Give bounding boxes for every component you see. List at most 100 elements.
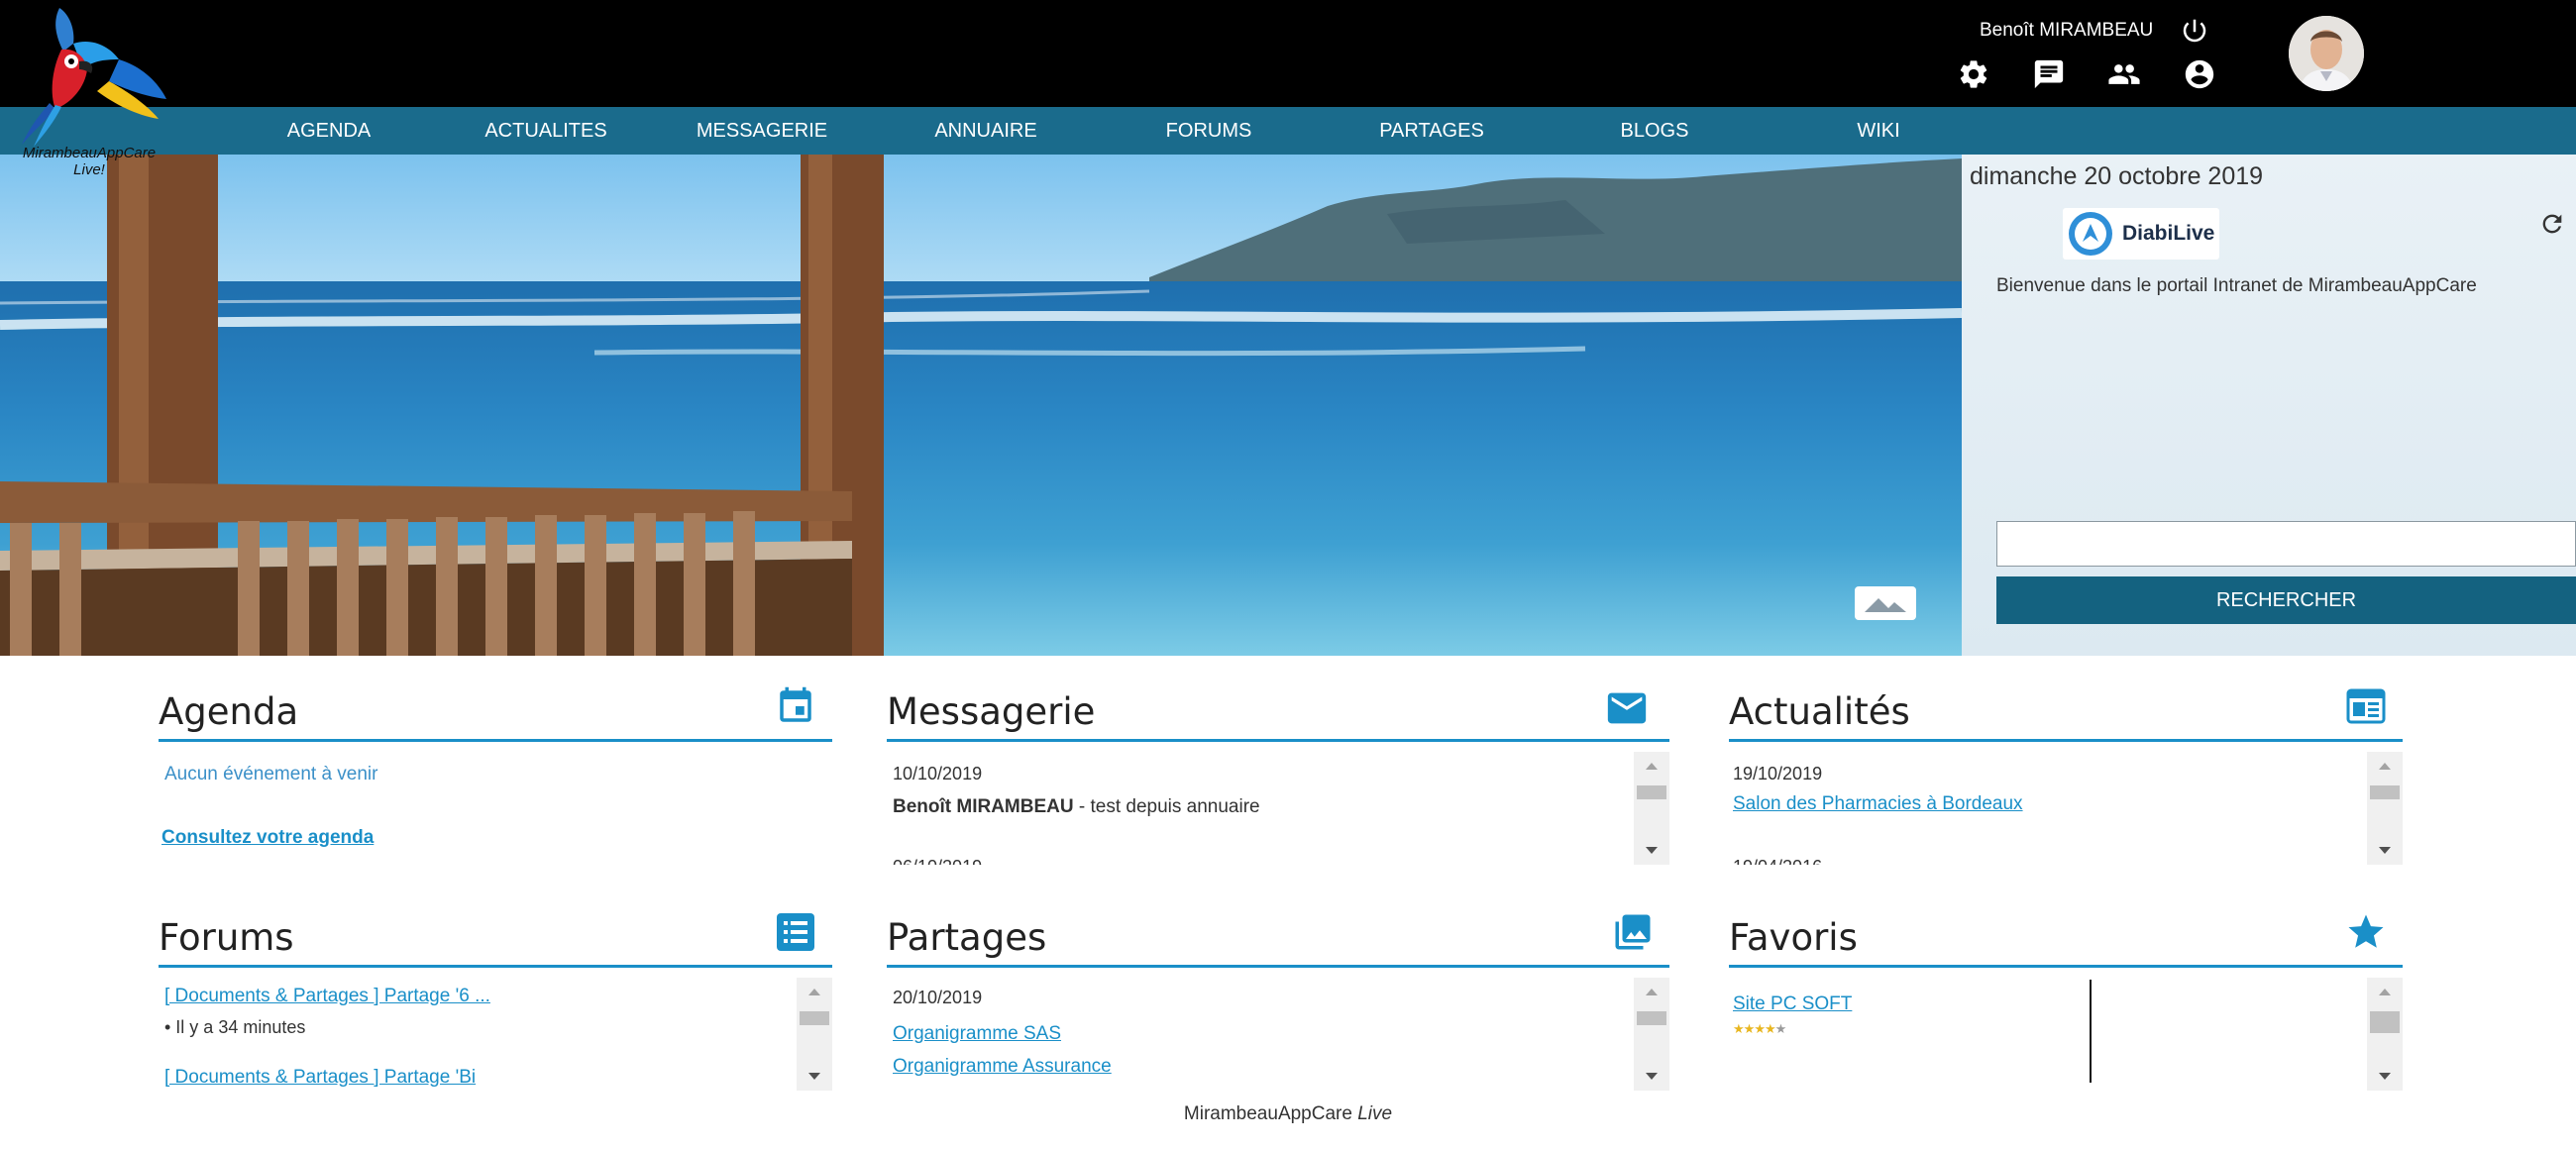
forum-topic-link[interactable]: [ Documents & Partages ] Partage '6 ...	[164, 986, 490, 1007]
beach-veranda-image	[0, 155, 1962, 656]
scroll-thumb[interactable]	[1637, 1011, 1666, 1025]
favorite-link[interactable]: Site PC SOFT	[1733, 993, 1852, 1015]
actualites-scrollbar[interactable]	[2367, 752, 2403, 865]
agenda-header: Agenda	[159, 683, 832, 742]
partage-link[interactable]: Organigramme Assurance	[893, 1056, 1112, 1078]
footer-suffix: Live	[1357, 1103, 1393, 1124]
scroll-down-arrow[interactable]	[1634, 1063, 1669, 1091]
message-subject: - test depuis annuaire	[1073, 796, 1260, 817]
people-icon[interactable]	[2107, 57, 2141, 91]
partages-date: 20/10/2019	[893, 988, 983, 1007]
nav-item-annuaire[interactable]: ANNUAIRE	[934, 107, 1036, 155]
messagerie-body: 10/10/2019 Benoît MIRAMBEAU - test depui…	[887, 742, 1669, 865]
message-item[interactable]: 10/10/2019 Benoît MIRAMBEAU - test depui…	[893, 764, 1260, 818]
message-date-2: 06/10/2019	[893, 857, 982, 865]
favoris-header: Favoris	[1729, 909, 2403, 968]
refresh-icon[interactable]	[2538, 210, 2566, 238]
chat-icon[interactable]	[2032, 57, 2066, 91]
favorite-item[interactable]: Site PC SOFT ★★★★★	[1733, 993, 1852, 1037]
diabi-icon	[2069, 212, 2112, 256]
nav-item-partages[interactable]: PARTAGES	[1379, 107, 1484, 155]
forum-item[interactable]: [ Documents & Partages ] Partage '6 ... …	[164, 986, 490, 1038]
scroll-thumb[interactable]	[800, 1011, 829, 1025]
calendar-icon[interactable]	[775, 685, 816, 727]
forums-header: Forums	[159, 909, 832, 968]
nav-item-forums[interactable]: FORUMS	[1166, 107, 1252, 155]
scroll-up-arrow[interactable]	[2367, 752, 2403, 780]
partages-widget: Partages 20/10/2019 Organigramme SAS Org…	[887, 909, 1669, 1091]
scroll-down-arrow[interactable]	[2367, 837, 2403, 865]
news-title-link[interactable]: Salon des Pharmacies à Bordeaux	[1733, 793, 2023, 815]
nav-item-wiki[interactable]: WIKI	[1857, 107, 1899, 155]
landscape-icon	[1865, 598, 1906, 612]
forums-title: Forums	[159, 916, 294, 959]
messagerie-header: Messagerie	[887, 683, 1669, 742]
forum-time: • Il y a 34 minutes	[164, 1017, 306, 1037]
nav-item-agenda[interactable]: AGENDA	[287, 107, 371, 155]
scroll-up-arrow[interactable]	[2367, 978, 2403, 1005]
agenda-link[interactable]: Consultez votre agenda	[161, 827, 374, 849]
power-icon[interactable]	[2180, 16, 2209, 46]
favoris-title: Favoris	[1729, 916, 1858, 959]
message-date: 10/10/2019	[893, 764, 983, 783]
favoris-scrollbar[interactable]	[2367, 978, 2403, 1091]
scroll-thumb[interactable]	[2370, 1011, 2400, 1033]
message-sender: Benoît MIRAMBEAU	[893, 796, 1074, 817]
scroll-up-arrow[interactable]	[1634, 978, 1669, 1005]
hero-banner	[0, 155, 1962, 656]
scroll-up-arrow[interactable]	[1634, 752, 1669, 780]
star-icon[interactable]	[2345, 911, 2387, 953]
favorite-rating: ★★★★★	[1733, 1021, 1852, 1037]
footer-brand: MirambeauAppCare	[1183, 1103, 1352, 1124]
search-input[interactable]	[1996, 521, 2576, 567]
star-filled-icon: ★	[1764, 1021, 1776, 1036]
forums-widget: Forums [ Documents & Partages ] Partage …	[159, 909, 832, 1091]
welcome-panel: dimanche 20 octobre 2019 DiabiLive Bienv…	[1962, 155, 2576, 656]
actualites-title: Actualités	[1729, 690, 1910, 733]
actualites-header: Actualités	[1729, 683, 2403, 742]
partages-title: Partages	[887, 916, 1047, 959]
photo-library-icon[interactable]	[1612, 911, 1654, 953]
partage-link[interactable]: Organigramme SAS	[893, 1023, 1061, 1045]
agenda-widget: Agenda Aucun événement à venir Consultez…	[159, 683, 832, 865]
diabi-label: DiabiLive	[2122, 222, 2215, 245]
agenda-empty-text: Aucun événement à venir	[164, 764, 378, 784]
partages-header: Partages	[887, 909, 1669, 968]
app-logo[interactable]: MirambeauAppCare Live!	[0, 0, 178, 188]
scroll-thumb[interactable]	[1637, 785, 1666, 799]
partages-scrollbar[interactable]	[1634, 978, 1669, 1091]
news-item[interactable]: 19/10/2019 Salon des Pharmacies à Bordea…	[1733, 764, 2023, 815]
agenda-title: Agenda	[159, 690, 299, 733]
nav-item-blogs[interactable]: BLOGS	[1621, 107, 1689, 155]
nav-item-messagerie[interactable]: MESSAGERIE	[697, 107, 827, 155]
footer: MirambeauAppCare Live	[0, 1103, 2576, 1125]
scroll-down-arrow[interactable]	[1634, 837, 1669, 865]
avatar[interactable]	[2289, 16, 2364, 91]
messagerie-scrollbar[interactable]	[1634, 752, 1669, 865]
forums-scrollbar[interactable]	[797, 978, 832, 1091]
current-date: dimanche 20 octobre 2019	[1970, 162, 2264, 190]
scroll-down-arrow[interactable]	[797, 1063, 832, 1091]
agenda-body: Aucun événement à venir Consultez votre …	[159, 742, 832, 865]
search-button[interactable]: RECHERCHER	[1996, 576, 2576, 624]
list-icon[interactable]	[775, 911, 816, 953]
nav-item-actualites[interactable]: ACTUALITES	[484, 107, 606, 155]
scroll-up-arrow[interactable]	[797, 978, 832, 1005]
star-filled-icon: ★	[1754, 1021, 1766, 1036]
change-background-button[interactable]	[1855, 586, 1916, 620]
scroll-thumb[interactable]	[2370, 785, 2400, 799]
gear-icon[interactable]	[1957, 57, 1990, 91]
main-nav: AGENDA ACTUALITES MESSAGERIE ANNUAIRE FO…	[0, 107, 2576, 155]
account-icon[interactable]	[2183, 57, 2216, 91]
news-date: 19/10/2019	[1733, 764, 1823, 783]
mail-icon[interactable]	[1602, 685, 1652, 727]
messagerie-title: Messagerie	[887, 690, 1096, 733]
star-filled-icon: ★	[1743, 1021, 1756, 1036]
forum-topic-link-2[interactable]: [ Documents & Partages ] Partage 'Bi	[164, 1067, 476, 1089]
star-filled-icon: ★	[1733, 1021, 1745, 1036]
logo-text-line1: MirambeauAppCare	[22, 145, 157, 161]
actualites-widget: Actualités 19/10/2019 Salon des Pharmaci…	[1729, 683, 2403, 865]
diabi-logo[interactable]: DiabiLive	[2063, 208, 2219, 260]
newspaper-icon[interactable]	[2345, 685, 2387, 727]
scroll-down-arrow[interactable]	[2367, 1063, 2403, 1091]
